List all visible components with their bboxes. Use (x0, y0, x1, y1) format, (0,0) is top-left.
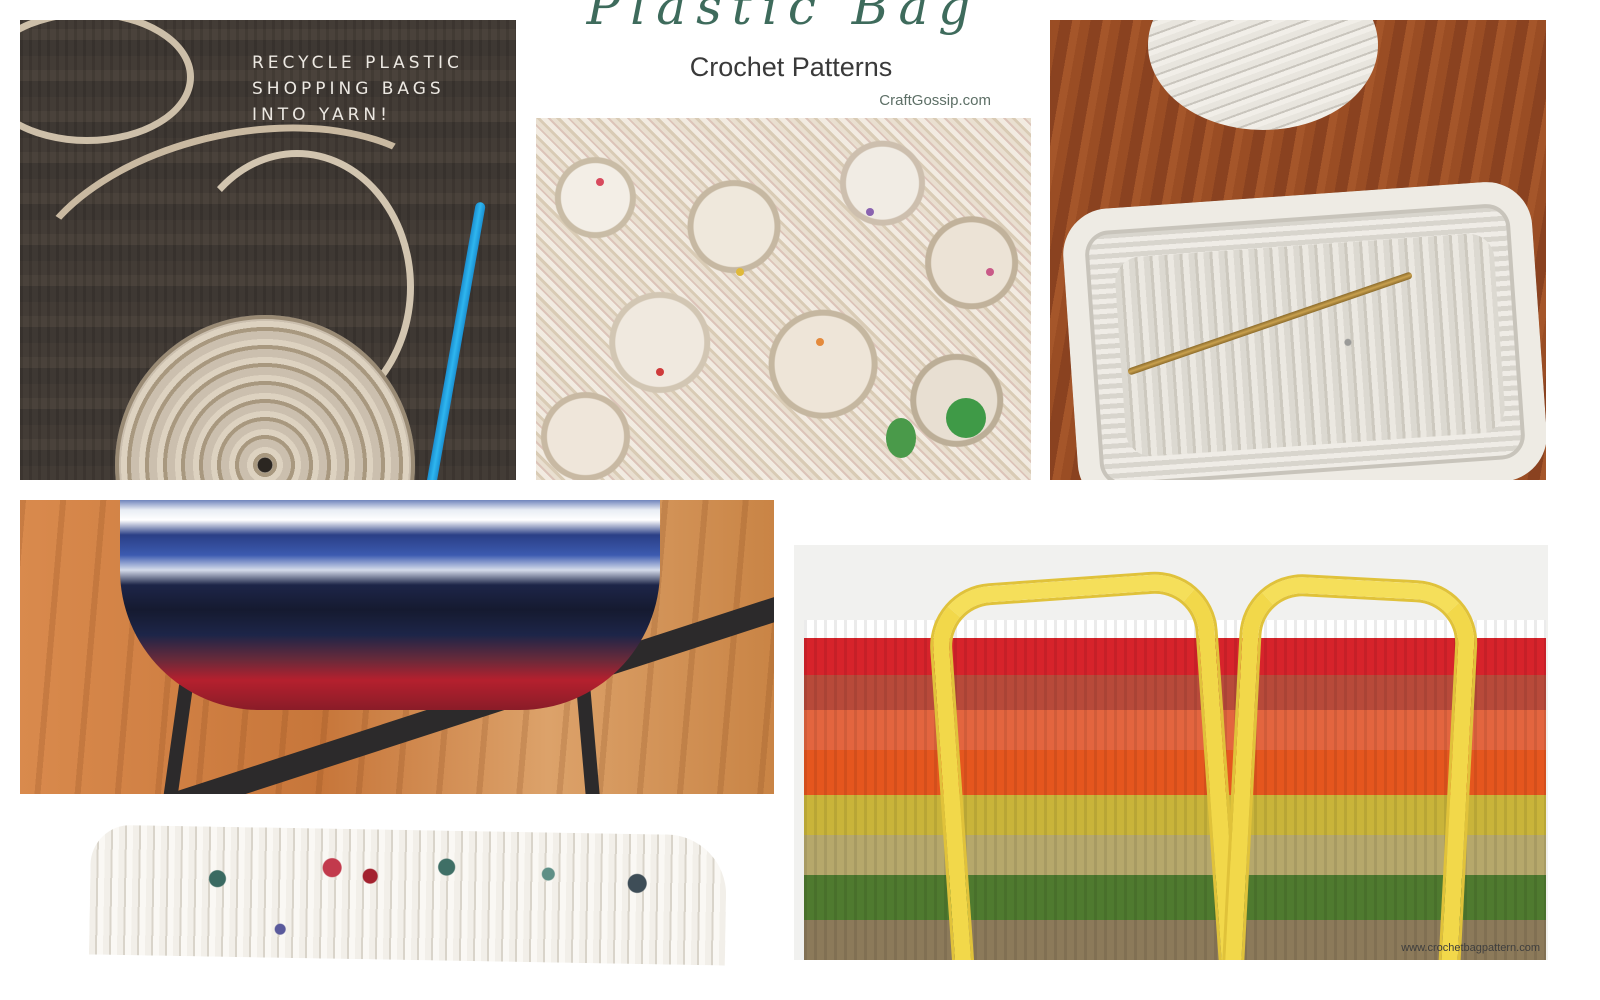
color-speck (736, 268, 744, 276)
color-speck (886, 418, 916, 458)
color-speck (656, 368, 664, 376)
yarn-ball (1148, 20, 1378, 130)
script-title: Plastic Bag (586, 0, 981, 36)
site-name: CraftGossip.com (879, 92, 991, 109)
photo-stool-cover[interactable] (20, 500, 774, 794)
color-speck (946, 398, 986, 438)
photo-rolled-rugs[interactable] (536, 118, 1031, 480)
photo-rainbow-tote[interactable]: www.crochetbagpattern.com (794, 545, 1548, 960)
photo-plastic-yarn-circle[interactable]: RECYCLE PLASTIC SHOPPING BAGS INTO YARN! (20, 20, 516, 480)
bag-handle (929, 570, 1241, 960)
color-speck (596, 178, 604, 186)
pattern-header: Plastic Bag Crochet Patterns CraftGossip… (536, 0, 1031, 118)
color-speck (866, 208, 874, 216)
bag-handle (1222, 574, 1478, 960)
photo-white-rug[interactable] (88, 824, 728, 966)
striped-seat-cover (120, 500, 660, 710)
subtitle: Crochet Patterns (689, 52, 893, 82)
basket-base (1113, 231, 1507, 459)
photo-caption: RECYCLE PLASTIC SHOPPING BAGS INTO YARN! (252, 50, 512, 128)
color-speck (986, 268, 994, 276)
caption-line: INTO YARN! (252, 105, 391, 125)
caption-line: RECYCLE PLASTIC (252, 53, 463, 73)
yarn-strand (20, 20, 194, 144)
photo-white-basket[interactable] (1050, 20, 1546, 480)
watermark: www.crochetbagpattern.com (1401, 942, 1540, 954)
caption-line: SHOPPING BAGS (252, 79, 445, 99)
color-speck (816, 338, 824, 346)
